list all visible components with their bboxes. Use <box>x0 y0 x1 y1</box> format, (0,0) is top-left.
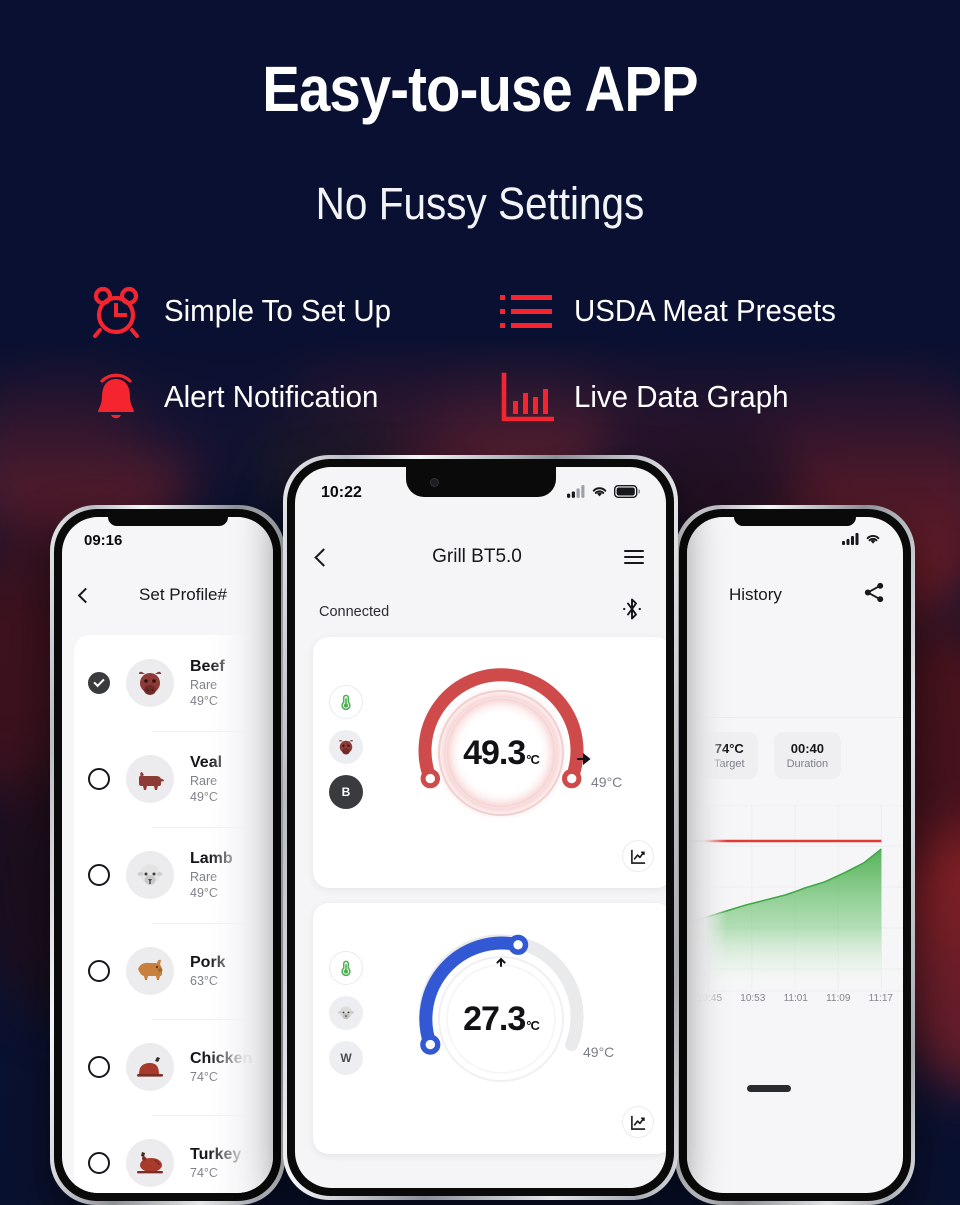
gauge-value: 27.3 <box>463 999 526 1038</box>
radio-unselected-icon[interactable] <box>88 1056 110 1078</box>
page-title-right: History <box>729 585 782 604</box>
veal-icon <box>126 755 174 803</box>
cellular-signal-icon <box>842 532 859 549</box>
page-title-left: Set Profile# <box>139 585 227 604</box>
list-icon <box>498 283 554 339</box>
connection-status: Connected <box>319 603 390 620</box>
thermometer-icon[interactable] <box>329 951 363 985</box>
feature-label: Simple To Set Up <box>164 293 391 328</box>
status-bar-left: 09:16 <box>62 517 273 563</box>
radio-unselected-icon[interactable] <box>88 864 110 886</box>
turkey-icon <box>126 1139 174 1187</box>
radio-unselected-icon[interactable] <box>88 768 110 790</box>
feature-label: USDA Meat Presets <box>574 293 836 328</box>
gauge-unit: °C <box>526 1017 540 1033</box>
temperature-gauge-w: 27.3 °C <box>401 919 601 1119</box>
cellular-signal-icon <box>567 484 585 502</box>
gauge-value: 49.3 <box>463 733 526 772</box>
temperature-gauge-b: 49.3 °C <box>401 653 601 853</box>
phone-right-history: History 74°C Target 00:40 Duration 10:53… <box>675 505 915 1205</box>
chip-value: 00:40 <box>790 741 824 756</box>
wifi-icon <box>591 485 608 502</box>
alarm-clock-icon <box>88 283 144 339</box>
feature-label: Alert Notification <box>164 379 379 414</box>
probe-id-badge[interactable]: B <box>329 775 363 809</box>
battery-icon <box>613 484 641 502</box>
axis-tick: 10:53 <box>740 993 766 1004</box>
probe-card-w[interactable]: W 27.3 °C 49°C <box>313 903 666 1154</box>
stat-chip-duration: 00:40 Duration <box>773 732 842 779</box>
gauge-unit: °C <box>526 751 540 767</box>
bell-icon <box>88 369 144 425</box>
feature-list: Simple To Set Up USDA Meat Presets Alert… <box>88 268 888 440</box>
gauge-reading-b: 49.3 °C <box>401 653 601 853</box>
radio-unselected-icon[interactable] <box>88 1152 110 1174</box>
page-title-center: Grill BT5.0 <box>432 546 522 567</box>
connection-row: Connected <box>295 597 666 626</box>
wifi-icon <box>865 532 881 549</box>
gauge-reading-w: 27.3 °C <box>401 919 601 1119</box>
nav-bar-left: Set Profile# <box>62 575 273 615</box>
axis-tick: 11:01 <box>783 993 808 1004</box>
home-indicator <box>747 1085 791 1092</box>
chip-label: Duration <box>786 758 829 770</box>
target-temperature-b: 49°C <box>591 774 623 790</box>
status-time: 09:16 <box>84 531 123 549</box>
share-icon[interactable] <box>864 582 885 608</box>
axis-tick: 11:09 <box>826 993 851 1004</box>
thermometer-icon[interactable] <box>329 685 363 719</box>
chicken-icon <box>126 1043 174 1091</box>
probe-side-icons-w: W <box>329 951 363 1075</box>
hamburger-menu-icon[interactable] <box>624 549 644 565</box>
feature-item-simple-to-set-up: Simple To Set Up <box>88 268 498 354</box>
nav-bar-center: Grill BT5.0 <box>295 535 666 579</box>
radio-unselected-icon[interactable] <box>88 960 110 982</box>
line-chart-icon[interactable] <box>622 840 654 872</box>
status-bar-center: 10:22 <box>295 467 666 519</box>
axis-tick: 11:17 <box>868 993 893 1004</box>
phone-center-grill: 10:22 Grill BT5.0 Connected B 49.3 °C 49… <box>283 455 678 1200</box>
feature-label: Live Data Graph <box>574 379 789 414</box>
nav-bar-right: History <box>687 575 903 615</box>
probe-card-b[interactable]: B 49.3 °C 49°C <box>313 637 666 888</box>
occlusion-shade <box>209 517 273 1193</box>
pork-icon <box>126 947 174 995</box>
feature-item-alert-notification: Alert Notification <box>88 354 498 440</box>
occlusion-shade <box>687 517 727 1193</box>
beef-icon[interactable] <box>329 730 363 764</box>
feature-item-usda-meat-presets: USDA Meat Presets <box>498 268 888 354</box>
page-subtitle: No Fussy Settings <box>315 178 645 229</box>
radio-selected-icon[interactable] <box>88 672 110 694</box>
target-temperature-w: 49°C <box>583 1044 615 1060</box>
phone-left-set-profile: 09:16 Set Profile# Beef Rare 49°C Veal R… <box>50 505 285 1205</box>
lamb-icon[interactable] <box>329 996 363 1030</box>
lamb-icon <box>126 851 174 899</box>
line-chart-icon[interactable] <box>622 1106 654 1138</box>
bar-chart-icon <box>498 369 555 425</box>
beef-icon <box>126 659 174 707</box>
probe-side-icons-b: B <box>329 685 363 809</box>
arrow-right-icon <box>577 752 591 770</box>
bluetooth-icon[interactable] <box>622 597 642 626</box>
feature-item-live-data-graph: Live Data Graph <box>498 354 888 440</box>
status-bar-right <box>687 517 903 563</box>
status-time: 10:22 <box>321 484 362 501</box>
probe-id-badge[interactable]: W <box>329 1041 363 1075</box>
page-title: Easy-to-use APP <box>262 53 698 125</box>
